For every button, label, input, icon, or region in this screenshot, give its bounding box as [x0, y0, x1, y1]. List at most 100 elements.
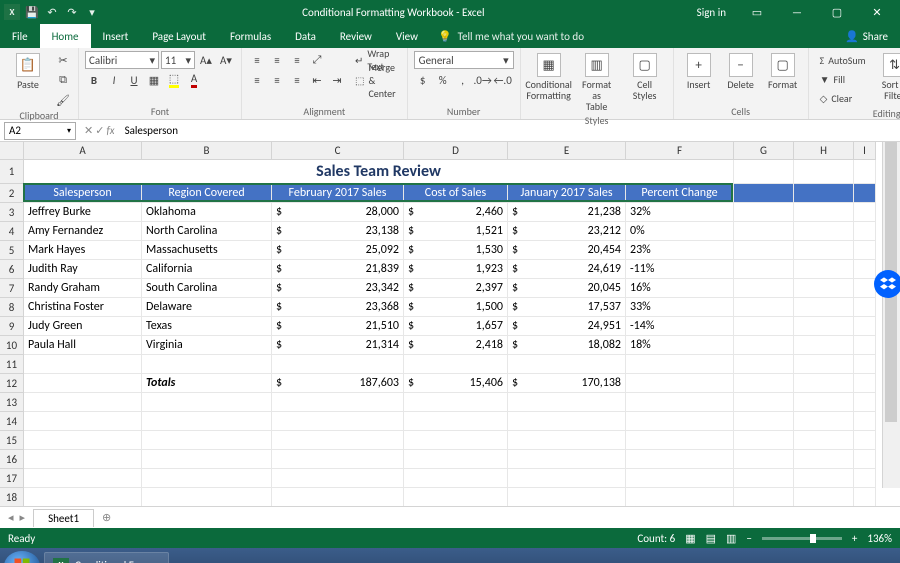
- autosum-button[interactable]: ΣAutoSum: [815, 51, 871, 69]
- format-as-table-button[interactable]: ▥Format as Table: [575, 51, 619, 114]
- tab-file[interactable]: File: [0, 24, 40, 48]
- cell[interactable]: [794, 298, 854, 317]
- cell[interactable]: [272, 450, 404, 469]
- cell[interactable]: [404, 355, 508, 374]
- merge-center-button[interactable]: ⬚Merge & Center: [350, 71, 401, 89]
- cell[interactable]: $170,138: [508, 374, 626, 393]
- cell[interactable]: [142, 469, 272, 488]
- cell[interactable]: [404, 469, 508, 488]
- row-header[interactable]: 3: [0, 203, 24, 222]
- cell[interactable]: Region Covered: [142, 184, 272, 203]
- tab-home[interactable]: Home: [40, 24, 91, 48]
- maximize-icon[interactable]: ▢: [818, 0, 856, 24]
- cell[interactable]: [272, 412, 404, 431]
- cell[interactable]: [734, 184, 794, 203]
- percent-icon[interactable]: %: [434, 71, 452, 89]
- cell[interactable]: $15,406: [404, 374, 508, 393]
- cell[interactable]: Judy Green: [24, 317, 142, 336]
- cell[interactable]: [794, 488, 854, 506]
- qat-customize-icon[interactable]: ▾: [84, 4, 100, 20]
- ribbon-display-icon[interactable]: ▭: [738, 0, 776, 24]
- format-painter-icon[interactable]: 🖌: [54, 91, 72, 109]
- cell[interactable]: South Carolina: [142, 279, 272, 298]
- vertical-scrollbar[interactable]: [882, 142, 900, 488]
- cell[interactable]: [626, 374, 734, 393]
- cell[interactable]: [734, 336, 794, 355]
- cell[interactable]: [24, 374, 142, 393]
- cell[interactable]: [626, 393, 734, 412]
- underline-button[interactable]: U: [125, 71, 143, 89]
- cell[interactable]: [142, 450, 272, 469]
- cell[interactable]: [854, 260, 876, 279]
- column-header[interactable]: D: [404, 142, 508, 160]
- cell[interactable]: $20,045: [508, 279, 626, 298]
- row-header[interactable]: 16: [0, 450, 24, 469]
- cell[interactable]: North Carolina: [142, 222, 272, 241]
- insert-cells-button[interactable]: +Insert: [680, 51, 718, 92]
- cell[interactable]: Salesperson: [24, 184, 142, 203]
- fill-color-icon[interactable]: ⬚: [165, 71, 183, 89]
- zoom-thumb[interactable]: [810, 534, 816, 543]
- cell[interactable]: Mark Hayes: [24, 241, 142, 260]
- border-icon[interactable]: ▦: [145, 71, 163, 89]
- paste-button[interactable]: 📋 Paste: [6, 51, 50, 92]
- cell[interactable]: [142, 412, 272, 431]
- cell[interactable]: [272, 469, 404, 488]
- cell[interactable]: Jeffrey Burke: [24, 203, 142, 222]
- cell[interactable]: [734, 317, 794, 336]
- cell[interactable]: $25,092: [272, 241, 404, 260]
- row-header[interactable]: 4: [0, 222, 24, 241]
- cell[interactable]: $1,530: [404, 241, 508, 260]
- cell[interactable]: [626, 431, 734, 450]
- cell[interactable]: [854, 488, 876, 506]
- cell[interactable]: [508, 355, 626, 374]
- cell[interactable]: $2,460: [404, 203, 508, 222]
- bold-button[interactable]: B: [85, 71, 103, 89]
- cell[interactable]: [794, 355, 854, 374]
- cell[interactable]: [508, 488, 626, 506]
- cell[interactable]: [854, 317, 876, 336]
- cell[interactable]: [854, 393, 876, 412]
- cell[interactable]: [24, 393, 142, 412]
- cell[interactable]: [734, 279, 794, 298]
- row-header[interactable]: 14: [0, 412, 24, 431]
- cell[interactable]: [794, 393, 854, 412]
- number-format-select[interactable]: General▾: [414, 51, 514, 69]
- cell[interactable]: [626, 488, 734, 506]
- cell[interactable]: $1,500: [404, 298, 508, 317]
- cell[interactable]: [854, 279, 876, 298]
- share-button[interactable]: 👤 Share: [833, 24, 900, 48]
- view-normal-icon[interactable]: ▦: [685, 532, 695, 545]
- increase-decimal-icon[interactable]: .0→: [474, 71, 492, 89]
- cell[interactable]: Amy Fernandez: [24, 222, 142, 241]
- cancel-icon[interactable]: ✕: [84, 124, 93, 137]
- sheet-prev-icon[interactable]: ◂: [8, 511, 14, 524]
- cell[interactable]: 33%: [626, 298, 734, 317]
- cell[interactable]: [508, 431, 626, 450]
- cell[interactable]: [272, 355, 404, 374]
- taskbar-excel-item[interactable]: X Conditional Form...: [44, 552, 169, 563]
- cell[interactable]: [272, 488, 404, 506]
- cell[interactable]: [794, 160, 854, 184]
- tab-formulas[interactable]: Formulas: [218, 24, 283, 48]
- cell[interactable]: [734, 260, 794, 279]
- name-box[interactable]: A2▾: [4, 122, 76, 140]
- cell[interactable]: $21,314: [272, 336, 404, 355]
- sheet-next-icon[interactable]: ▸: [20, 511, 26, 524]
- cell[interactable]: Massachusetts: [142, 241, 272, 260]
- cell[interactable]: 32%: [626, 203, 734, 222]
- cell[interactable]: [404, 488, 508, 506]
- italic-button[interactable]: I: [105, 71, 123, 89]
- cell[interactable]: 18%: [626, 336, 734, 355]
- cell[interactable]: [404, 393, 508, 412]
- zoom-slider[interactable]: [762, 537, 842, 540]
- cell[interactable]: 16%: [626, 279, 734, 298]
- row-header[interactable]: 1: [0, 160, 24, 184]
- sort-filter-button[interactable]: ⇅Sort & Filter: [875, 51, 900, 103]
- cell[interactable]: [734, 488, 794, 506]
- decrease-decimal-icon[interactable]: ←.0: [494, 71, 512, 89]
- cell[interactable]: Percent Change: [626, 184, 734, 203]
- align-top-icon[interactable]: ≡: [248, 51, 266, 69]
- cell[interactable]: [854, 184, 876, 203]
- cell[interactable]: [404, 431, 508, 450]
